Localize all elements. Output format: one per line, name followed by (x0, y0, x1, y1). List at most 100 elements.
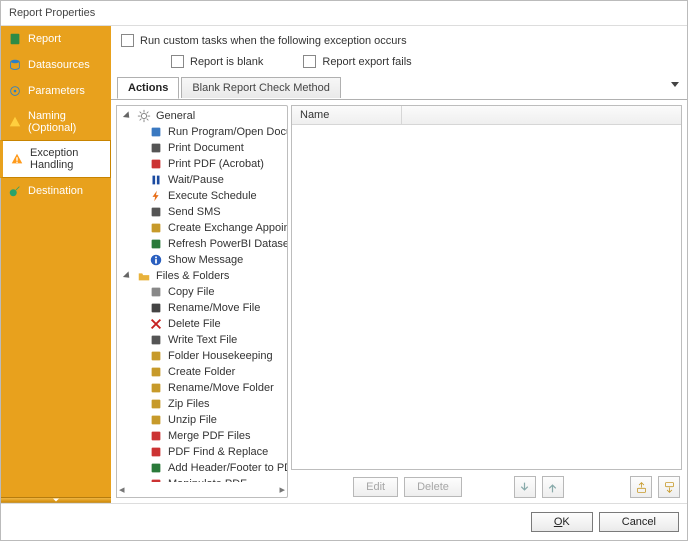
pdf-add-icon (149, 461, 163, 475)
tree-item[interactable]: Copy File (121, 284, 287, 300)
tree-item[interactable]: Execute Schedule (121, 188, 287, 204)
tree-group-label: General (156, 110, 195, 122)
report-export-fails-checkbox (303, 55, 316, 68)
tree-item-label: Print PDF (Acrobat) (168, 158, 264, 170)
tree-group-label: Files & Folders (156, 270, 229, 282)
tab-actions[interactable]: Actions (117, 77, 179, 99)
tree-item[interactable]: Print Document (121, 140, 287, 156)
scroll-right-icon[interactable]: ▸ (279, 483, 285, 496)
tree-item[interactable]: Zip Files (121, 396, 287, 412)
move-up-button[interactable] (542, 476, 564, 498)
tree-item-label: Unzip File (168, 414, 217, 426)
expander-icon[interactable] (123, 111, 132, 120)
tree-item[interactable]: PDF Find & Replace (121, 444, 287, 460)
tree-item-label: Create Exchange Appointment (168, 222, 287, 234)
tree-group-general[interactable]: General (121, 108, 287, 124)
tree-horizontal-scroll[interactable]: ◂ ▸ (117, 482, 287, 497)
destination-icon (8, 184, 22, 198)
tree-item-label: Create Folder (168, 366, 235, 378)
tree-item[interactable]: Unzip File (121, 412, 287, 428)
sidebar-item-destination[interactable]: Destination (1, 178, 111, 204)
tree-item-label: Merge PDF Files (168, 430, 251, 442)
ok-button[interactable]: OK (531, 512, 593, 532)
tree-item[interactable]: Folder Housekeeping (121, 348, 287, 364)
gear-icon (137, 109, 151, 123)
delete-icon (149, 317, 163, 331)
sidebar-item-label: Datasources (28, 59, 90, 71)
expander-icon[interactable] (123, 271, 132, 280)
move-icon (149, 301, 163, 315)
tree-item-label: Folder Housekeeping (168, 350, 273, 362)
tree-item-label: Delete File (168, 318, 221, 330)
tree-item[interactable]: Run Program/Open Document (121, 124, 287, 140)
text-icon (149, 333, 163, 347)
tree-item-label: Print Document (168, 142, 244, 154)
sidebar-item-label: Naming (Optional) (28, 110, 104, 134)
naming-icon (8, 115, 22, 129)
refresh-icon (149, 237, 163, 251)
tab-blank-report-check-method[interactable]: Blank Report Check Method (181, 77, 341, 98)
options-area: Run custom tasks when the following exce… (111, 26, 687, 76)
tree-item-label: Add Header/Footer to PDF (168, 462, 287, 474)
unzip-icon (149, 413, 163, 427)
export-button[interactable] (658, 476, 680, 498)
calendar-icon (149, 221, 163, 235)
tabstrip-dropdown-icon[interactable] (671, 82, 679, 87)
copy-icon (149, 285, 163, 299)
scroll-left-icon[interactable]: ◂ (119, 483, 125, 496)
pdf-icon (149, 429, 163, 443)
tree-item[interactable]: Delete File (121, 316, 287, 332)
sidebar-collapse-toggle[interactable] (1, 497, 111, 503)
tree-item[interactable]: Create Exchange Appointment (121, 220, 287, 236)
list-column-blank[interactable] (402, 106, 681, 124)
report-blank-label: Report is blank (190, 56, 263, 68)
move-down-button[interactable] (514, 476, 536, 498)
sidebar-item-label: Exception Handling (30, 147, 103, 171)
tree-item-label: Rename/Move Folder (168, 382, 274, 394)
tree-item-label: Rename/Move File (168, 302, 260, 314)
sidebar-item-parameters[interactable]: Parameters (1, 78, 111, 104)
tree-item-label: Execute Schedule (168, 190, 257, 202)
tree-item[interactable]: Refresh PowerBI Dataset (121, 236, 287, 252)
import-button[interactable] (630, 476, 652, 498)
actions-tree[interactable]: General Run Program/Open Document Print Do… (117, 106, 287, 482)
sidebar-item-report[interactable]: Report (1, 26, 111, 52)
exception-icon (10, 152, 24, 166)
edit-button[interactable]: Edit (353, 477, 398, 497)
report-icon (8, 32, 22, 46)
tree-item-label: Wait/Pause (168, 174, 224, 186)
tree-item-label: Write Text File (168, 334, 237, 346)
delete-button[interactable]: Delete (404, 477, 462, 497)
sidebar-item-exception-handling[interactable]: Exception Handling (0, 140, 111, 178)
printer-pdf-icon (149, 157, 163, 171)
tree-item[interactable]: Add Header/Footer to PDF (121, 460, 287, 476)
tree-item[interactable]: Wait/Pause (121, 172, 287, 188)
window-title: Report Properties (1, 1, 687, 26)
list-column-name[interactable]: Name (292, 106, 402, 124)
tree-item[interactable]: Create Folder (121, 364, 287, 380)
pause-icon (149, 173, 163, 187)
tree-item-label: PDF Find & Replace (168, 446, 268, 458)
phone-icon (149, 205, 163, 219)
parameters-icon (8, 84, 22, 98)
folder-move-icon (149, 381, 163, 395)
tree-item[interactable]: Show Message (121, 252, 287, 268)
tree-item[interactable]: Rename/Move File (121, 300, 287, 316)
sidebar-item-label: Destination (28, 185, 83, 197)
sidebar-item-naming-optional-[interactable]: Naming (Optional) (1, 104, 111, 140)
tree-item[interactable]: Write Text File (121, 332, 287, 348)
folder-icon (137, 269, 151, 283)
pdf-find-icon (149, 445, 163, 459)
tree-item[interactable]: Print PDF (Acrobat) (121, 156, 287, 172)
tree-item-label: Run Program/Open Document (168, 126, 287, 138)
sidebar-item-datasources[interactable]: Datasources (1, 52, 111, 78)
cancel-button[interactable]: Cancel (599, 512, 679, 532)
folder-clean-icon (149, 349, 163, 363)
tree-group-files-folders[interactable]: Files & Folders (121, 268, 287, 284)
tree-item[interactable]: Rename/Move Folder (121, 380, 287, 396)
tree-item[interactable]: Send SMS (121, 204, 287, 220)
run-tasks-checkbox[interactable] (121, 34, 134, 47)
tree-item[interactable]: Merge PDF Files (121, 428, 287, 444)
lightning-icon (149, 189, 163, 203)
printer-icon (149, 141, 163, 155)
